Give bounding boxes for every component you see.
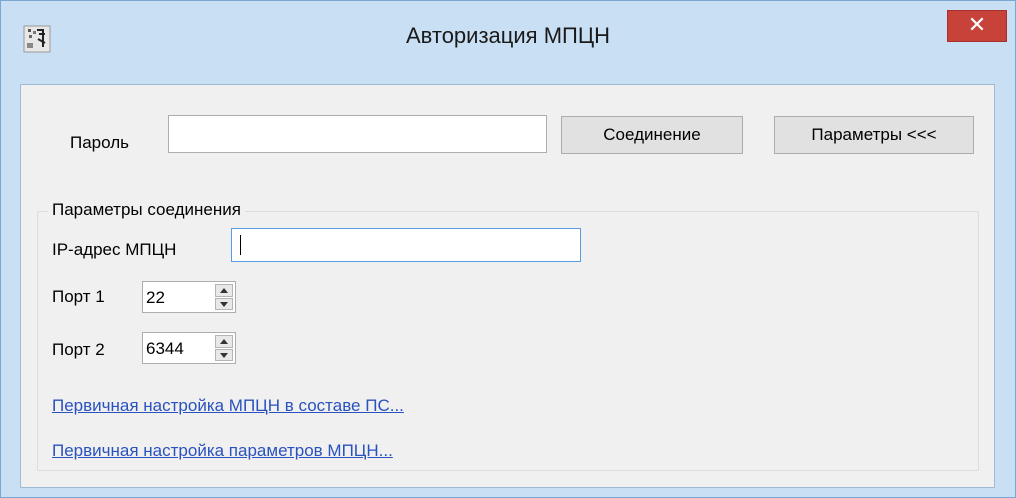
port2-value: 6344	[146, 339, 184, 358]
connection-params-group: Параметры соединения IP-адрес МПЦН Порт …	[37, 200, 979, 471]
primary-setup-params-link[interactable]: Первичная настройка параметров МПЦН...	[52, 441, 393, 461]
port1-label: Порт 1	[52, 287, 105, 306]
port1-decrement-button[interactable]	[215, 297, 233, 310]
port1-value: 22	[146, 288, 165, 307]
port2-decrement-button[interactable]	[215, 348, 233, 361]
password-field[interactable]	[168, 115, 547, 153]
port1-increment-button[interactable]	[215, 284, 233, 297]
password-label: Пароль	[70, 133, 129, 152]
close-icon: ✕	[967, 13, 987, 38]
port2-label: Порт 2	[52, 340, 105, 359]
group-title: Параметры соединения	[48, 200, 245, 220]
port2-increment-button[interactable]	[215, 335, 233, 348]
window-title: Авторизация МПЦН	[405, 23, 610, 48]
title-bar[interactable]: Авторизация МПЦН ✕	[1, 1, 1015, 83]
parameters-toggle-button[interactable]: Параметры <<<	[774, 116, 974, 154]
dialog-body: Пароль Соединение Параметры <<< Параметр…	[20, 84, 995, 488]
port2-stepper[interactable]: 6344	[142, 332, 236, 364]
close-button[interactable]: ✕	[947, 10, 1007, 42]
dialog-window: Авторизация МПЦН ✕ Пароль Соединение Пар…	[0, 0, 1016, 498]
connect-button[interactable]: Соединение	[561, 116, 743, 154]
primary-setup-in-ps-link[interactable]: Первичная настройка МПЦН в составе ПС...	[52, 396, 404, 416]
text-caret	[240, 235, 241, 255]
ip-address-label: IP-адрес МПЦН	[52, 240, 177, 259]
ip-address-field[interactable]	[231, 228, 581, 262]
port1-stepper[interactable]: 22	[142, 281, 236, 313]
